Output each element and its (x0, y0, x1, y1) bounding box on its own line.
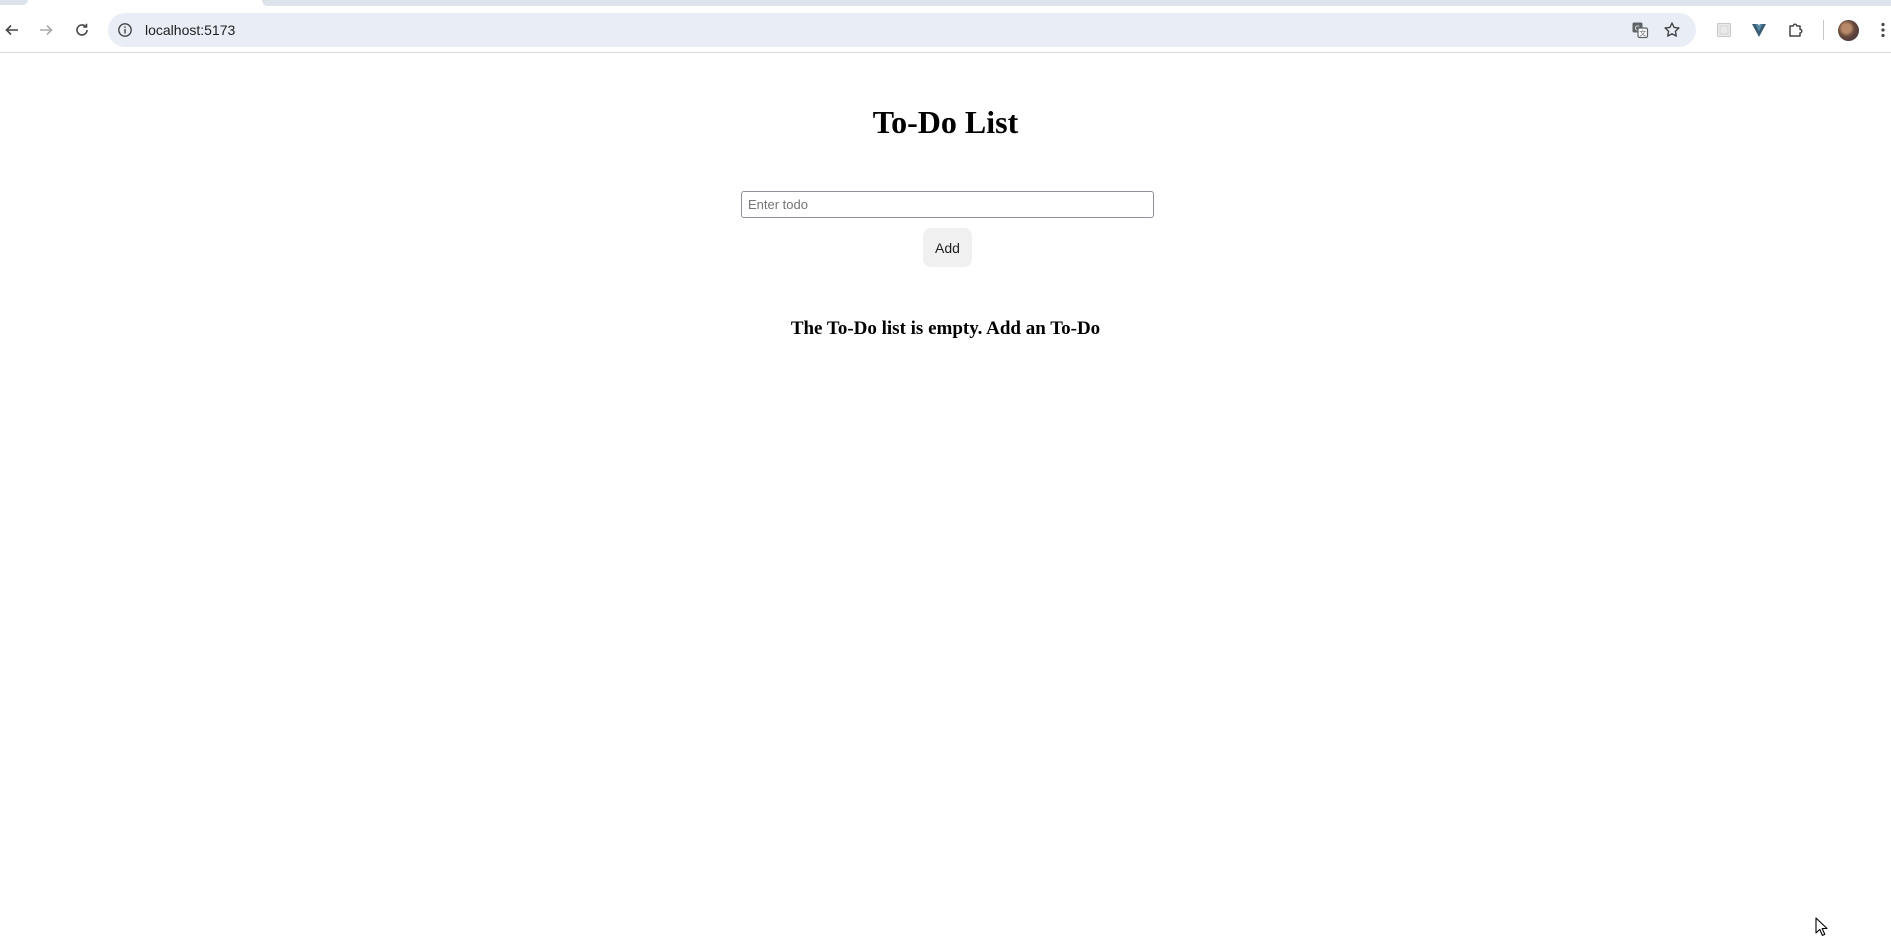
star-icon[interactable] (1663, 21, 1681, 39)
vuetify-icon (1752, 24, 1766, 37)
add-button[interactable]: Add (923, 228, 972, 267)
url-text[interactable]: localhost:5173 (145, 13, 235, 47)
forward-button[interactable] (34, 18, 58, 42)
browser-toolbar: localhost:5173 G 文 (0, 0, 1891, 53)
avatar[interactable] (1838, 20, 1859, 41)
back-button[interactable] (0, 18, 24, 42)
info-icon[interactable] (117, 22, 133, 38)
empty-list-message: The To-Do list is empty. Add an To-Do (790, 318, 1101, 339)
page-title: To-Do List (872, 104, 1019, 140)
extensions-menu-button[interactable] (1785, 19, 1807, 41)
kebab-menu-icon (1881, 22, 1885, 38)
tab-strip-edge (0, 0, 28, 5)
reload-icon (76, 23, 88, 36)
extension-button[interactable] (1713, 19, 1735, 41)
translate-icon[interactable]: G 文 (1631, 21, 1649, 39)
page-content: To-Do List Add The To-Do list is empty. … (0, 54, 1891, 939)
forward-arrow-icon (40, 24, 53, 36)
browser-menu-button[interactable] (1876, 19, 1890, 41)
extension-icon (1717, 23, 1731, 37)
toolbar-divider (1823, 20, 1824, 40)
svg-text:文: 文 (1639, 29, 1646, 38)
address-bar[interactable]: localhost:5173 G 文 (108, 13, 1696, 47)
reload-button[interactable] (70, 18, 94, 42)
todo-input[interactable] (741, 191, 1154, 218)
vuetify-extension-button[interactable] (1748, 19, 1770, 41)
mouse-cursor-icon (1815, 917, 1828, 936)
puzzle-icon (1789, 23, 1803, 37)
back-arrow-icon (5, 24, 18, 36)
tab-strip (262, 0, 1891, 6)
